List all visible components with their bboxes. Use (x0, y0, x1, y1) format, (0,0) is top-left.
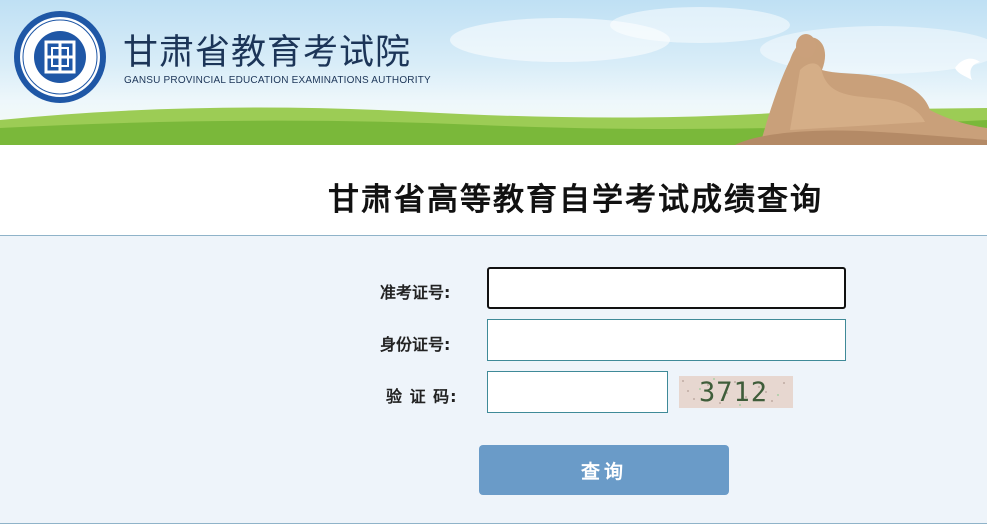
submit-query-button[interactable]: 查询 (479, 445, 729, 495)
title-strip: 甘肃省高等教育自学考试成绩查询 (0, 145, 987, 235)
organization-name: 甘肃省教育考试院 (123, 33, 412, 73)
id-number-input[interactable] (487, 319, 846, 361)
id-number-label: 身份证号: (380, 335, 451, 354)
admission-number-label: 准考证号: (380, 283, 451, 302)
organization-name-english: GANSU PROVINCIAL EDUCATION EXAMINATIONS … (124, 75, 431, 86)
site-banner: 甘肃省教育考试院 GANSU PROVINCIAL EDUCATION EXAM… (0, 0, 987, 145)
captcha-input[interactable] (487, 371, 668, 413)
captcha-text: 3712 (699, 377, 769, 408)
captcha-image[interactable]: 3712 (679, 376, 793, 408)
admission-number-input[interactable] (487, 267, 846, 309)
captcha-label: 验 证 码: (386, 387, 458, 406)
page-title: 甘肃省高等教育自学考试成绩查询 (328, 182, 823, 218)
education-authority-seal-logo (14, 11, 106, 103)
